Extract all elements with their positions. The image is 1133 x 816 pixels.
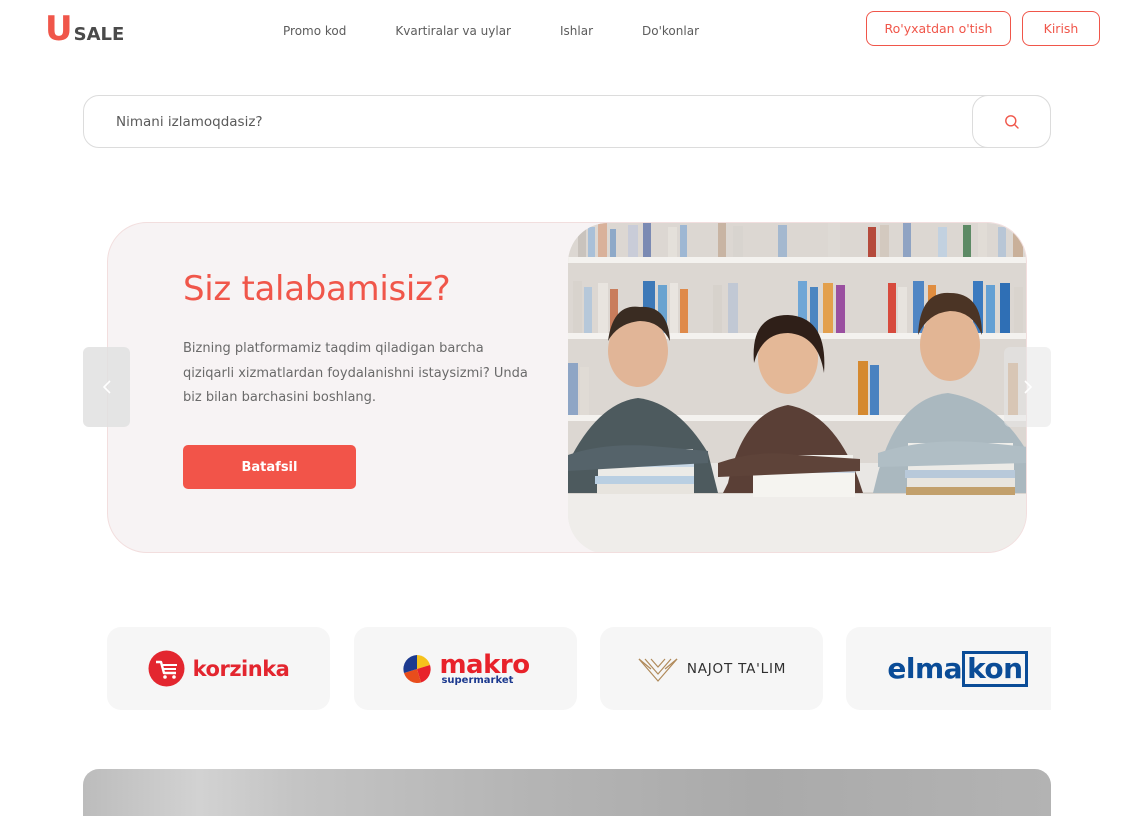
search-input[interactable]	[84, 96, 972, 147]
najot-talim-logo-icon	[638, 658, 678, 682]
makro-name: makro	[439, 649, 530, 680]
najot-talim-name: NAJOT TA'LIM	[686, 660, 787, 677]
main-nav: Promo kod Kvartiralar va uylar Ishlar Do…	[283, 24, 699, 38]
register-button[interactable]: Ro'yxatdan o'tish	[866, 11, 1011, 46]
partner-elmakon[interactable]: elma kon	[846, 627, 1051, 710]
login-button[interactable]: Kirish	[1022, 11, 1100, 46]
nav-kvartiralar[interactable]: Kvartiralar va uylar	[395, 24, 511, 38]
partners-row: korzinka makro supermarket NAJOT TA'LIM …	[107, 627, 1051, 710]
makro-subtitle: supermarket	[441, 674, 514, 686]
chevron-right-icon	[1023, 380, 1032, 394]
nav-ishlar[interactable]: Ishlar	[560, 24, 593, 38]
elmakon-name-part2: kon	[962, 650, 1028, 687]
nav-dokonlar[interactable]: Do'konlar	[642, 24, 699, 38]
logo-text-sale: SALE	[73, 24, 125, 45]
partner-korzinka[interactable]: korzinka	[107, 627, 330, 710]
carousel-next-button[interactable]	[1004, 347, 1051, 427]
secondary-banner	[83, 769, 1051, 816]
korzinka-name: korzinka	[192, 656, 290, 681]
partner-makro[interactable]: makro supermarket	[354, 627, 577, 710]
elmakon-name-part1: elma	[887, 652, 963, 685]
students-photo	[568, 223, 1026, 552]
usale-logo[interactable]: U SALE	[45, 12, 124, 46]
chevron-left-icon	[102, 380, 111, 394]
partner-najot-talim[interactable]: NAJOT TA'LIM	[600, 627, 823, 710]
search-icon	[1004, 114, 1019, 129]
hero-description: Bizning platformamiz taqdim qiladigan ba…	[183, 341, 528, 405]
search-button[interactable]	[972, 95, 1051, 148]
hero-details-button[interactable]: Batafsil	[183, 445, 356, 489]
search-bar	[83, 95, 1051, 148]
makro-logo-icon	[403, 654, 432, 683]
hero-banner: Siz talabamisiz? Bizning platformamiz ta…	[107, 222, 1027, 553]
logo-letter-u: U	[45, 9, 73, 49]
korzinka-logo-icon	[148, 650, 185, 687]
hero-title: Siz talabamisiz?	[183, 269, 451, 309]
carousel-prev-button[interactable]	[83, 347, 130, 427]
nav-promo-kod[interactable]: Promo kod	[283, 24, 346, 38]
